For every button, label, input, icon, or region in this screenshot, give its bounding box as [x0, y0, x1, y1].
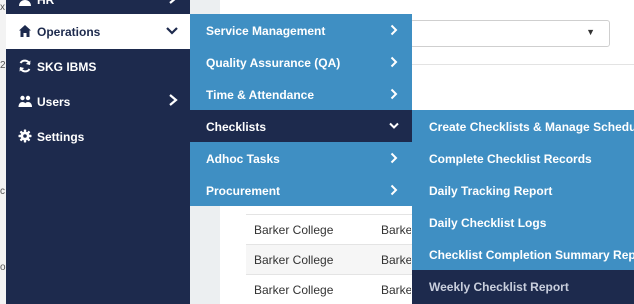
sidebar-item-label: HR — [37, 0, 55, 7]
menu-item-daily-tracking-report[interactable]: Daily Tracking Report — [412, 174, 634, 206]
table-cell: Barker — [381, 253, 411, 267]
gear-icon — [18, 129, 32, 143]
submenu-item-label: Procurement — [206, 184, 281, 198]
menu-item-label: Create Checklists & Manage Schedules — [429, 120, 634, 134]
submenu-item-procurement[interactable]: Procurement — [190, 174, 412, 206]
menu-item-checklist-completion-summary[interactable]: Checklist Completion Summary Report — [412, 238, 634, 270]
chevron-down-icon — [389, 122, 399, 129]
sync-icon — [19, 59, 31, 73]
table-row[interactable]: Barker College Barker — [246, 274, 416, 304]
table-cell: Barker College — [254, 223, 334, 237]
table-cell: Barker — [381, 283, 411, 297]
table-row[interactable]: Barker College Barker — [246, 244, 416, 274]
menu-item-label: Weekly Checklist Report — [429, 280, 569, 294]
submenu-item-label: Time & Attendance — [206, 88, 315, 102]
menu-item-label: Complete Checklist Records — [429, 152, 592, 166]
users-icon — [18, 95, 32, 107]
sidebar: HR Operations SKG IBMS Users Settings — [6, 0, 190, 304]
sidebar-item-label: Users — [37, 95, 71, 109]
gutter-text-fragment: c — [0, 186, 5, 197]
chevron-right-icon — [390, 88, 398, 100]
submenu-item-label: Service Management — [206, 24, 326, 38]
sidebar-item-settings[interactable]: Settings — [6, 119, 190, 154]
submenu-item-quality-assurance[interactable]: Quality Assurance (QA) — [190, 46, 412, 78]
chevron-right-icon — [390, 24, 398, 36]
submenu-item-label: Checklists — [206, 120, 267, 134]
menu-item-weekly-checklist-report[interactable]: Weekly Checklist Report — [412, 270, 634, 304]
submenu-item-label: Quality Assurance (QA) — [206, 56, 341, 70]
chevron-right-icon — [169, 0, 176, 4]
menu-item-daily-checklist-logs[interactable]: Daily Checklist Logs — [412, 206, 634, 238]
gutter-text-fragment: 2 — [0, 60, 6, 71]
operations-submenu: Service Management Quality Assurance (QA… — [190, 14, 412, 206]
table-cell: Barker College — [254, 283, 334, 297]
sidebar-item-label: SKG IBMS — [37, 60, 97, 74]
chevron-right-icon — [390, 184, 398, 196]
submenu-item-service-management[interactable]: Service Management — [190, 14, 412, 46]
table-cell: Barker — [381, 223, 411, 237]
menu-item-label: Daily Checklist Logs — [429, 216, 547, 230]
table-cell: Barker College — [254, 253, 334, 267]
home-icon — [19, 25, 31, 37]
records-table: Barker College Barker Barker College Bar… — [246, 214, 416, 304]
submenu-item-checklists[interactable]: Checklists — [190, 110, 412, 142]
submenu-item-adhoc-tasks[interactable]: Adhoc Tasks — [190, 142, 412, 174]
chevron-right-icon — [390, 152, 398, 164]
sidebar-item-label: Settings — [37, 130, 85, 144]
chevron-right-icon — [390, 56, 398, 68]
gutter-text-fragment: x — [0, 2, 5, 13]
sidebar-item-users[interactable]: Users — [6, 84, 190, 119]
sidebar-item-label: Operations — [37, 25, 101, 39]
caret-down-icon: ▼ — [586, 27, 595, 37]
submenu-item-label: Adhoc Tasks — [206, 152, 280, 166]
checklists-submenu: Create Checklists & Manage Schedules Com… — [412, 110, 634, 304]
user-icon — [19, 0, 31, 6]
menu-item-label: Checklist Completion Summary Report — [429, 248, 634, 262]
menu-item-complete-checklist-records[interactable]: Complete Checklist Records — [412, 142, 634, 174]
filter-select[interactable]: ▼ — [410, 20, 610, 47]
submenu-item-time-attendance[interactable]: Time & Attendance — [190, 78, 412, 110]
sidebar-item-operations[interactable]: Operations — [6, 14, 190, 49]
menu-item-label: Daily Tracking Report — [429, 184, 553, 198]
chevron-down-icon — [166, 27, 178, 35]
sidebar-item-skg-ibms[interactable]: SKG IBMS — [6, 49, 190, 84]
menu-item-create-checklists[interactable]: Create Checklists & Manage Schedules — [412, 110, 634, 142]
chevron-right-icon — [169, 94, 178, 106]
table-row[interactable]: Barker College Barker — [246, 214, 416, 244]
